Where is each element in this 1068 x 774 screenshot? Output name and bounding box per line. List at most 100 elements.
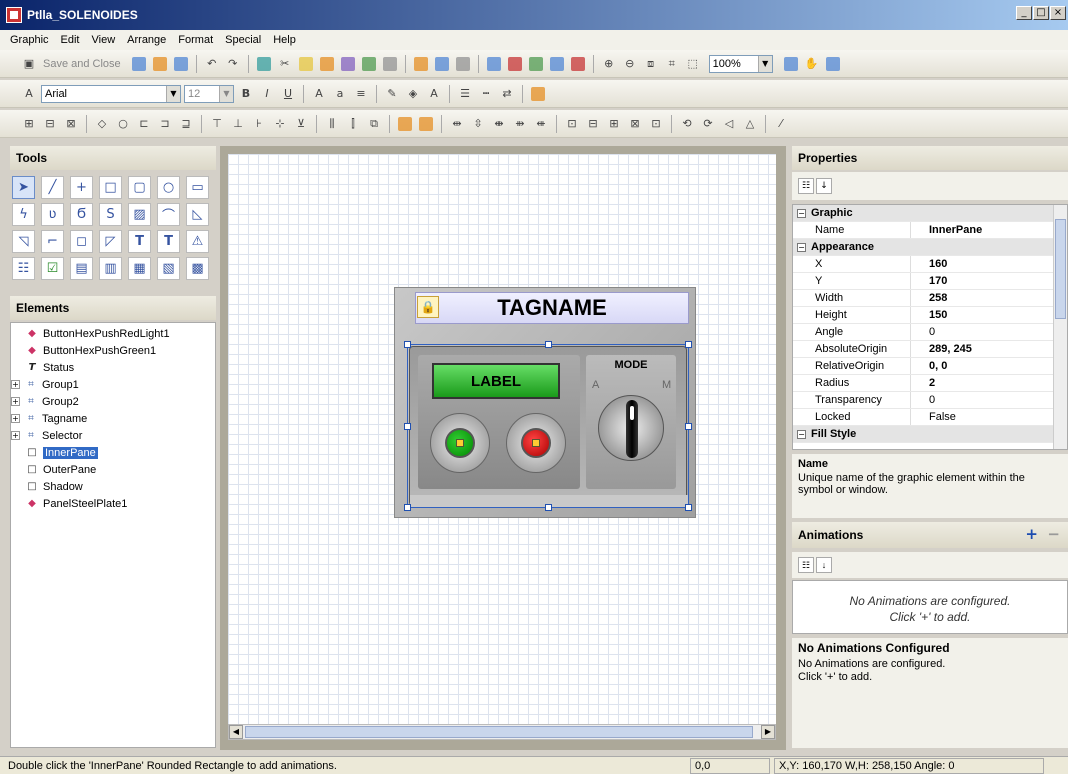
size-icon[interactable]: ⊞ [605,115,623,133]
space-icon[interactable]: ⇹ [448,115,466,133]
checkbox-icon[interactable] [549,56,564,71]
expand-icon[interactable]: + [11,397,20,406]
expand-icon[interactable]: + [11,380,20,389]
tree-item[interactable]: + ⌗ Selector [11,427,215,444]
tree-item[interactable]: □ OuterPane [11,461,215,478]
properties-scrollbar[interactable] [1053,205,1067,449]
flip-icon[interactable]: ⟳ [699,115,717,133]
property-row[interactable]: AbsoluteOrigin 289, 245 [793,341,1067,358]
property-category[interactable]: − Appearance [793,239,1067,256]
pie-tool[interactable]: ◸ [99,230,122,253]
property-row[interactable]: X 160 [793,256,1067,273]
remove-animation-button[interactable]: − [1047,525,1060,543]
save-close-icon[interactable]: ▣ [20,55,38,73]
property-row[interactable]: Transparency 0 [793,392,1067,409]
zoom-out-icon[interactable]: ⊖ [621,55,639,73]
tree-item-selected[interactable]: □ InnerPane [11,444,215,461]
tagname-header[interactable]: TAGNAME [415,292,689,324]
bold-icon[interactable]: B [237,85,255,103]
script-icon[interactable] [570,56,585,71]
property-row[interactable]: Locked False [793,409,1067,426]
property-category[interactable]: − Fill Style [793,426,1067,443]
expand-icon[interactable]: + [11,414,20,423]
drawing-canvas[interactable]: TAGNAME 🔒 LABEL MODE A M [228,154,776,724]
property-row[interactable]: Width 258 [793,290,1067,307]
space-icon[interactable]: ⇺ [532,115,550,133]
resize-handle[interactable] [404,423,411,430]
tree-item[interactable]: □ Shadow [11,478,215,495]
size-icon[interactable]: ⊡ [563,115,581,133]
edit-box-tool[interactable]: ▤ [70,257,93,280]
help-icon[interactable] [173,56,188,71]
tree-item[interactable]: + ⌗ Tagname [11,410,215,427]
checkbox-tool[interactable]: ☑ [41,257,64,280]
property-row[interactable]: Radius 2 [793,375,1067,392]
resize-handle[interactable] [685,341,692,348]
property-row[interactable]: Y 170 [793,273,1067,290]
align-icon[interactable]: ⊞ [20,115,38,133]
resize-handle[interactable] [545,341,552,348]
property-row[interactable]: Name InnerPane [793,222,1067,239]
pointer-tool[interactable]: ➤ [12,176,35,199]
font-size-select[interactable]: 12 ▼ [184,84,234,103]
fit-icon[interactable]: ⧈ [642,55,660,73]
paste-icon[interactable] [319,56,334,71]
collapse-icon[interactable]: − [797,242,806,252]
tree-item[interactable]: T Status [11,359,215,376]
button-tool[interactable]: ▭ [186,176,209,199]
cut-icon[interactable]: ✂ [276,55,294,73]
chord-tool[interactable]: ◹ [12,230,35,253]
align-icon[interactable]: ◇ [93,115,111,133]
ellipse-tool[interactable]: ○ [157,176,180,199]
status-tool[interactable]: ⚠ [186,230,209,253]
arc-tool[interactable]: ⌒ [157,203,180,226]
scroll-left-icon[interactable]: ◀ [229,725,243,739]
resize-handle[interactable] [545,504,552,511]
shrink-font-icon[interactable]: a [331,85,349,103]
datetime-tool[interactable]: ▧ [157,257,180,280]
underline-icon[interactable]: U [279,85,297,103]
add-animation-button[interactable]: + [1025,525,1038,543]
radio-group-tool[interactable]: ☷ [12,257,35,280]
text-tool[interactable]: T [128,230,151,253]
distribute-icon[interactable]: ⧉ [365,115,383,133]
grow-font-icon[interactable]: A [310,85,328,103]
zoom-select[interactable]: 100% ▼ [708,54,773,73]
line-pattern-icon[interactable]: ┅ [477,85,495,103]
select-icon[interactable] [256,56,271,71]
alphabetical-icon[interactable]: ↓ [816,178,832,194]
property-row[interactable]: RelativeOrigin 0, 0 [793,358,1067,375]
size-icon[interactable]: ⊟ [584,115,602,133]
tree-item[interactable]: + ⌗ Group2 [11,393,215,410]
space-icon[interactable]: ⇼ [490,115,508,133]
panel-steel-plate[interactable]: TAGNAME 🔒 LABEL MODE A M [394,287,696,518]
pie-tool[interactable]: ◺ [186,203,209,226]
curve-tool[interactable]: ʋ [41,203,64,226]
menu-format[interactable]: Format [172,34,219,46]
expand-icon[interactable]: + [11,431,20,440]
maximize-button[interactable]: □ [1033,6,1049,20]
pan-hand-icon[interactable]: ✋ [803,55,821,73]
space-icon[interactable]: ⇳ [469,115,487,133]
listbox-tool[interactable]: ▩ [186,257,209,280]
zoom-selection-icon[interactable]: ⌗ [663,55,681,73]
resize-handle[interactable] [404,504,411,511]
symbol-icon[interactable] [507,56,522,71]
tree-item[interactable]: ◆ ButtonHexPushRedLight1 [11,325,215,342]
group-icon[interactable] [361,56,376,71]
layer-icon[interactable] [531,86,545,101]
closed-curve-tool[interactable]: Ϭ [70,203,93,226]
hv-line-tool[interactable]: + [70,176,93,199]
align-center-icon[interactable]: ⊹ [271,115,289,133]
embed-icon[interactable] [486,56,501,71]
arc-tool[interactable]: ⌐ [41,230,64,253]
chord-tool[interactable]: ◻ [70,230,93,253]
menu-graphic[interactable]: Graphic [4,34,55,46]
tree-item[interactable]: ◆ ButtonHexPushGreen1 [11,342,215,359]
align-icon[interactable]: ⊟ [41,115,59,133]
scroll-thumb[interactable] [245,726,753,738]
ungroup-icon[interactable] [382,56,397,71]
pen-icon[interactable]: ⁄ [772,115,790,133]
save-icon[interactable] [131,56,146,71]
minimize-button[interactable]: _ [1016,6,1032,20]
